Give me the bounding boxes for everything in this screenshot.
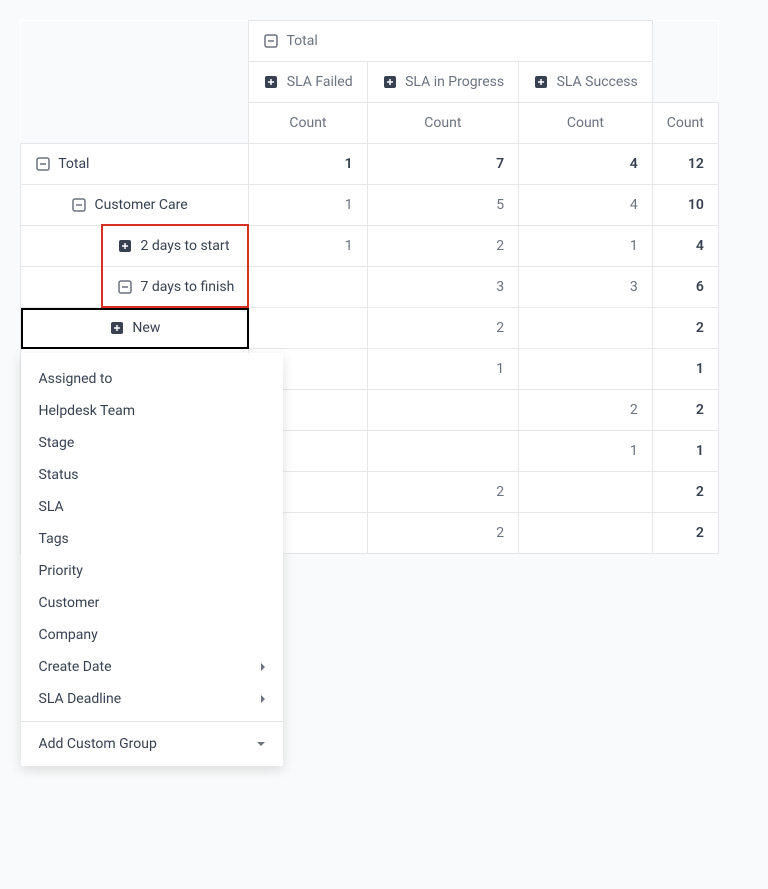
- cell[interactable]: 1: [519, 431, 653, 472]
- cell[interactable]: 2: [367, 472, 518, 513]
- cell[interactable]: 1: [519, 226, 653, 267]
- cell[interactable]: 4: [652, 226, 718, 267]
- row-new: New 2 2: [21, 308, 719, 349]
- dropdown-item-tags[interactable]: Tags: [21, 523, 283, 555]
- caret-down-icon: [257, 742, 265, 746]
- col-sla-failed[interactable]: SLA Failed: [249, 62, 367, 103]
- row-customer-care-label: Customer Care: [94, 197, 187, 213]
- row-7-days-to-finish: 7 days to finish 3 3 6: [21, 267, 719, 308]
- cell[interactable]: 2: [519, 390, 653, 431]
- dropdown-item-assigned-to[interactable]: Assigned to: [21, 363, 283, 395]
- cell[interactable]: 12: [652, 144, 718, 185]
- cell[interactable]: 1: [652, 349, 718, 390]
- caret-right-icon: [261, 663, 265, 671]
- dropdown-item-stage[interactable]: Stage: [21, 427, 283, 459]
- dropdown-item-priority[interactable]: Priority: [21, 555, 283, 587]
- dropdown-item-company[interactable]: Company: [21, 619, 283, 651]
- row-2-days-to-start: 2 days to start 1 2 1 4: [21, 226, 719, 267]
- cell[interactable]: 4: [519, 144, 653, 185]
- cell[interactable]: [367, 431, 518, 472]
- count-header[interactable]: Count: [367, 103, 518, 144]
- row-customer-care: Customer Care 1 5 4 10: [21, 185, 719, 226]
- cell[interactable]: 2: [367, 308, 518, 349]
- dropdown-item-status[interactable]: Status: [21, 459, 283, 491]
- dropdown-item-sla[interactable]: SLA: [21, 491, 283, 523]
- cell[interactable]: [519, 513, 653, 554]
- col-sla-failed-label: SLA Failed: [287, 74, 353, 90]
- cell[interactable]: 7: [367, 144, 518, 185]
- row-total-label-cell[interactable]: Total: [21, 144, 249, 185]
- col-total-label: Total: [287, 33, 318, 49]
- expand-icon: [382, 74, 398, 90]
- col-sla-in-progress[interactable]: SLA in Progress: [367, 62, 518, 103]
- collapse-icon: [263, 33, 279, 49]
- count-header[interactable]: Count: [652, 103, 718, 144]
- col-total-header[interactable]: Total: [249, 21, 652, 62]
- cell[interactable]: 1: [249, 226, 367, 267]
- cell[interactable]: 2: [367, 226, 518, 267]
- row-customer-care-label-cell[interactable]: Customer Care: [21, 185, 249, 226]
- dropdown-item-sla-deadline[interactable]: SLA Deadline: [21, 683, 283, 715]
- cell[interactable]: 6: [652, 267, 718, 308]
- row-new-label-cell[interactable]: New: [21, 308, 249, 349]
- dropdown-item-create-date[interactable]: Create Date: [21, 651, 283, 683]
- col-sla-success[interactable]: SLA Success: [519, 62, 653, 103]
- row-2days-label: 2 days to start: [140, 238, 229, 254]
- pivot-wrapper: Total SLA Failed SLA in Progress SLA Suc…: [20, 20, 719, 554]
- separator: [21, 721, 283, 722]
- cell[interactable]: 1: [249, 144, 367, 185]
- row-7days-label: 7 days to finish: [140, 279, 234, 295]
- cell[interactable]: 3: [367, 267, 518, 308]
- row-total: Total 1 7 4 12: [21, 144, 719, 185]
- cell[interactable]: [367, 390, 518, 431]
- collapse-icon: [35, 156, 51, 172]
- cell[interactable]: 2: [652, 308, 718, 349]
- cell[interactable]: 1: [367, 349, 518, 390]
- cell[interactable]: 1: [249, 185, 367, 226]
- caret-right-icon: [261, 695, 265, 703]
- groupby-dropdown: Assigned to Helpdesk Team Stage Status S…: [21, 353, 283, 766]
- cell[interactable]: 3: [519, 267, 653, 308]
- cell[interactable]: 2: [652, 472, 718, 513]
- expand-icon: [533, 74, 549, 90]
- col-sla-in-progress-label: SLA in Progress: [405, 74, 504, 90]
- row-2days-label-cell[interactable]: 2 days to start: [21, 226, 249, 267]
- cell[interactable]: 2: [652, 513, 718, 554]
- cell[interactable]: [519, 308, 653, 349]
- expand-icon: [109, 320, 125, 336]
- expand-icon: [117, 238, 133, 254]
- cell[interactable]: 1: [652, 431, 718, 472]
- dropdown-add-custom-group[interactable]: Add Custom Group: [21, 728, 283, 760]
- collapse-icon: [71, 197, 87, 213]
- dropdown-item-helpdesk-team[interactable]: Helpdesk Team: [21, 395, 283, 427]
- count-header[interactable]: Count: [249, 103, 367, 144]
- row-new-label: New: [132, 320, 160, 336]
- collapse-icon: [117, 279, 133, 295]
- cell[interactable]: [249, 308, 367, 349]
- col-sla-success-label: SLA Success: [557, 74, 638, 90]
- cell[interactable]: 2: [652, 390, 718, 431]
- dropdown-item-customer[interactable]: Customer: [21, 587, 283, 619]
- row-7days-label-cell[interactable]: 7 days to finish: [21, 267, 249, 308]
- cell[interactable]: 2: [367, 513, 518, 554]
- cell[interactable]: 10: [652, 185, 718, 226]
- cell[interactable]: 4: [519, 185, 653, 226]
- cell[interactable]: 5: [367, 185, 518, 226]
- count-header[interactable]: Count: [519, 103, 653, 144]
- row-total-label: Total: [58, 156, 89, 172]
- expand-icon: [263, 74, 279, 90]
- cell[interactable]: [249, 267, 367, 308]
- cell[interactable]: [519, 349, 653, 390]
- cell[interactable]: [519, 472, 653, 513]
